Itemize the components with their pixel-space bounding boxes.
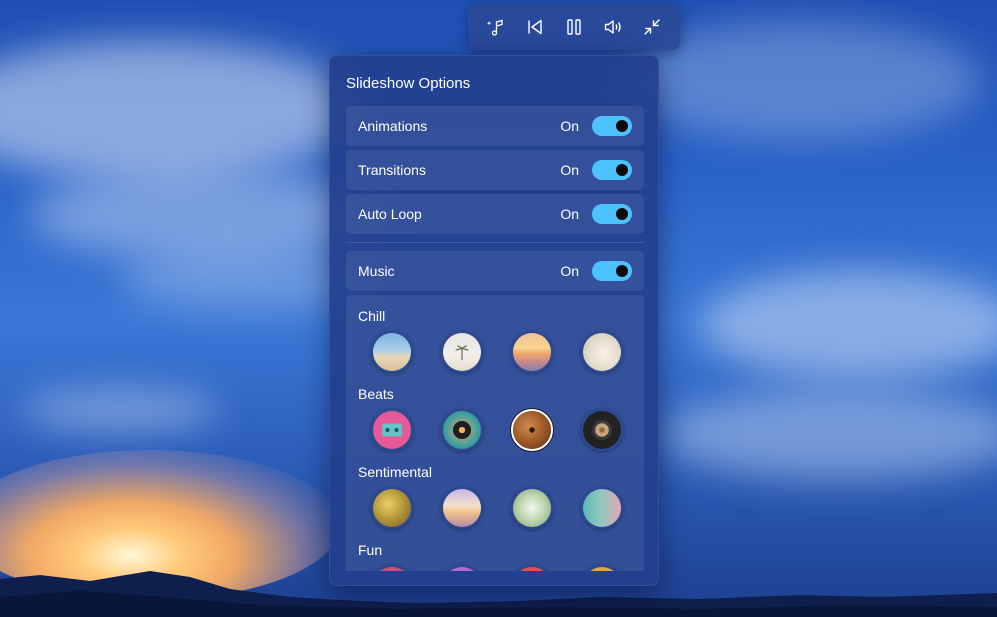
pause-icon bbox=[567, 19, 581, 35]
collapse-icon bbox=[644, 19, 661, 35]
previous-icon bbox=[528, 19, 542, 35]
category-label-chill: Chill bbox=[358, 308, 386, 324]
transitions-toggle[interactable] bbox=[592, 160, 632, 180]
fun-thumbnail-3[interactable] bbox=[511, 565, 553, 571]
sparkle-music-icon bbox=[486, 19, 503, 36]
cassette-thumbnail[interactable] bbox=[371, 409, 413, 451]
panel-title: Slideshow Options bbox=[346, 75, 471, 92]
beach-thumbnail[interactable] bbox=[371, 331, 413, 373]
music-setting-row: Music On bbox=[346, 251, 644, 291]
palm-tree-thumbnail[interactable] bbox=[441, 331, 483, 373]
fun-thumbnail-4[interactable] bbox=[581, 565, 623, 571]
sunset-thumbnail[interactable] bbox=[511, 331, 553, 373]
auto-loop-setting-row: Auto Loop On bbox=[346, 194, 644, 234]
golden-bokeh-thumbnail[interactable] bbox=[371, 487, 413, 529]
teal-pink-thumbnail[interactable] bbox=[581, 487, 623, 529]
media-toolbar bbox=[468, 4, 680, 50]
volume-icon bbox=[604, 20, 621, 34]
volume-button[interactable] bbox=[596, 10, 630, 44]
fun-tracks bbox=[371, 565, 623, 571]
music-label: Music bbox=[358, 263, 395, 279]
fun-thumbnail-1[interactable] bbox=[371, 565, 413, 571]
category-label-fun: Fun bbox=[358, 542, 383, 558]
music-track-list[interactable]: Chill Beats Sentimental Fun bbox=[346, 295, 644, 571]
sentimental-tracks bbox=[371, 487, 623, 529]
chill-tracks bbox=[371, 331, 623, 373]
turntable-thumbnail[interactable] bbox=[441, 409, 483, 451]
transitions-setting-row: Transitions On bbox=[346, 150, 644, 190]
exit-fullscreen-button[interactable] bbox=[635, 10, 669, 44]
auto-loop-label: Auto Loop bbox=[358, 206, 422, 222]
category-label-beats: Beats bbox=[358, 386, 394, 402]
speaker-thumbnail[interactable] bbox=[581, 409, 623, 451]
auto-loop-toggle[interactable] bbox=[592, 204, 632, 224]
auto-loop-state: On bbox=[560, 206, 579, 222]
previous-button[interactable] bbox=[518, 10, 552, 44]
vinyl-record-thumbnail[interactable] bbox=[511, 409, 553, 451]
green-blur-thumbnail[interactable] bbox=[511, 487, 553, 529]
transitions-label: Transitions bbox=[358, 162, 426, 178]
category-label-sentimental: Sentimental bbox=[358, 464, 432, 480]
animations-label: Animations bbox=[358, 118, 428, 134]
coffee-cup-thumbnail[interactable] bbox=[581, 331, 623, 373]
music-edit-button[interactable] bbox=[479, 10, 513, 44]
pause-button[interactable] bbox=[557, 10, 591, 44]
transitions-state: On bbox=[560, 162, 579, 178]
slideshow-options-panel: Slideshow Options Animations On Transiti… bbox=[329, 55, 659, 586]
beats-tracks bbox=[371, 409, 623, 451]
lavender-sunrise-thumbnail[interactable] bbox=[441, 487, 483, 529]
music-toggle[interactable] bbox=[592, 261, 632, 281]
animations-toggle[interactable] bbox=[592, 116, 632, 136]
animations-state: On bbox=[560, 118, 579, 134]
fun-thumbnail-2[interactable] bbox=[441, 565, 483, 571]
divider bbox=[346, 242, 644, 243]
music-state: On bbox=[560, 263, 579, 279]
animations-setting-row: Animations On bbox=[346, 106, 644, 146]
